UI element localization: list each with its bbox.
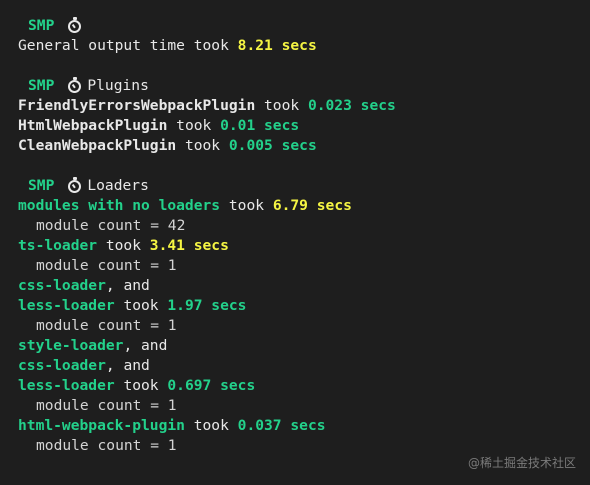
plugin-name: HtmlWebpackPlugin (18, 117, 168, 134)
smp-general-header: SMP (18, 16, 578, 36)
smp-loaders-header: SMP Loaders (18, 176, 578, 196)
plugin-time: 0.005 secs (228, 137, 317, 154)
smp-tag: SMP (28, 177, 55, 194)
loader-line: less-loader took 0.697 secs (18, 376, 578, 396)
plugin-line: HtmlWebpackPlugin took 0.01 secs (18, 116, 578, 136)
took-text: took (220, 197, 273, 214)
plugin-line: CleanWebpackPlugin took 0.005 secs (18, 136, 578, 156)
plugin-name: CleanWebpackPlugin (18, 137, 177, 154)
module-count: module count = 1 (36, 397, 177, 414)
module-count: module count = 1 (36, 257, 177, 274)
loader-name: less-loader (18, 297, 115, 314)
loader-name: html-webpack-plugin (18, 417, 185, 434)
took-text: took (114, 377, 168, 394)
loaders-title: Loaders (87, 177, 149, 194)
and-text: , and (105, 357, 150, 374)
took-text: took (97, 237, 150, 254)
general-output-label: General output time took (18, 37, 238, 54)
stopwatch-icon (68, 177, 82, 193)
plugin-time: 0.01 secs (220, 117, 300, 134)
smp-tag: SMP (28, 77, 55, 94)
module-count: module count = 1 (36, 317, 177, 334)
loader-time: 0.697 secs (167, 377, 256, 394)
loader-line: html-webpack-plugin took 0.037 secs (18, 416, 578, 436)
took-text: took (255, 97, 308, 114)
watermark: @稀土掘金技术社区 (467, 456, 576, 470)
took-text: took (184, 417, 238, 434)
loader-name: style-loader (18, 337, 124, 354)
loader-line: less-loader took 1.97 secs (18, 296, 578, 316)
loader-name: css-loader (18, 357, 106, 374)
loader-name: less-loader (18, 377, 115, 394)
stopwatch-icon (68, 77, 82, 93)
took-text: took (176, 137, 229, 154)
general-output-line: General output time took 8.21 secs (18, 36, 578, 56)
module-count: module count = 1 (36, 437, 177, 454)
loader-line: css-loader, and (18, 356, 578, 376)
loader-line: ts-loader took 3.41 secs (18, 236, 578, 256)
loader-line: style-loader, and (18, 336, 578, 356)
general-output-time: 8.21 secs (237, 37, 317, 54)
module-count: module count = 42 (36, 217, 186, 234)
loader-line: css-loader, and (18, 276, 578, 296)
loader-time: 3.41 secs (149, 237, 229, 254)
loader-name: css-loader (18, 277, 106, 294)
and-text: , and (123, 337, 168, 354)
loader-time: 1.97 secs (167, 297, 247, 314)
plugin-name: FriendlyErrorsWebpackPlugin (18, 97, 256, 114)
and-text: , and (105, 277, 150, 294)
took-text: took (114, 297, 168, 314)
stopwatch-icon (68, 17, 82, 33)
loader-time: 6.79 secs (272, 197, 352, 214)
plugin-line: FriendlyErrorsWebpackPlugin took 0.023 s… (18, 96, 578, 116)
loader-time: 0.037 secs (237, 417, 326, 434)
smp-tag: SMP (28, 17, 55, 34)
took-text: took (167, 117, 221, 134)
terminal-output: SMP General output time took 8.21 secs S… (18, 16, 578, 456)
loader-name: modules with no loaders (18, 197, 221, 214)
loader-name: ts-loader (18, 237, 98, 254)
loader-line: modules with no loaders took 6.79 secs (18, 196, 578, 216)
plugin-time: 0.023 secs (307, 97, 396, 114)
plugins-title: Plugins (87, 77, 149, 94)
smp-plugins-header: SMP Plugins (18, 76, 578, 96)
